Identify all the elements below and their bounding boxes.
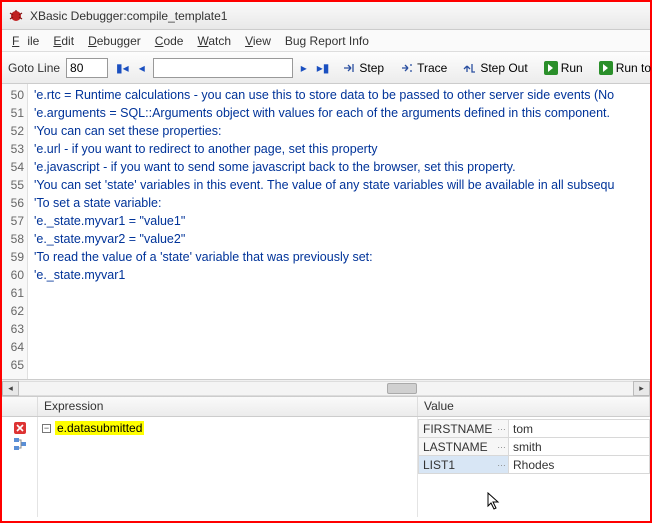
tree-icon[interactable] — [13, 437, 27, 451]
stepout-icon — [463, 61, 477, 75]
code-line[interactable]: 'e.javascript - if you want to send some… — [34, 158, 646, 176]
watch-expression-area[interactable]: − e.datasubmitted — [38, 417, 418, 517]
line-number: 59 — [2, 248, 24, 266]
line-number: 55 — [2, 176, 24, 194]
value-key[interactable]: LIST1… — [419, 456, 509, 474]
code-line[interactable]: 'e._state.myvar1 — [34, 266, 646, 284]
nav-last-icon[interactable]: ▸▮ — [315, 61, 332, 75]
code-line[interactable]: 'You can can set these properties: — [34, 122, 646, 140]
code-line[interactable]: 'To read the value of a 'state' variable… — [34, 248, 646, 266]
value-cell[interactable]: tom — [509, 420, 650, 438]
ellipsis-icon[interactable]: … — [497, 440, 506, 450]
value-key[interactable]: LASTNAME… — [419, 438, 509, 456]
line-number: 52 — [2, 122, 24, 140]
toolbar: Goto Line ▮◂ ◂ ▸ ▸▮ Step Trace Step Out … — [2, 52, 650, 84]
watch-panel: Expression Value − e.datasubmitted FIRST… — [2, 397, 650, 517]
nav-first-icon[interactable]: ▮◂ — [114, 61, 131, 75]
line-number: 61 — [2, 284, 24, 302]
line-number: 56 — [2, 194, 24, 212]
line-number: 58 — [2, 230, 24, 248]
watch-col-icons — [2, 397, 38, 416]
value-cell[interactable]: smith — [509, 438, 650, 456]
line-number: 57 — [2, 212, 24, 230]
line-number: 51 — [2, 104, 24, 122]
menu-edit[interactable]: Edit — [49, 32, 78, 50]
value-cell[interactable]: Rhodes — [509, 456, 650, 474]
runto-button[interactable]: Run to — [594, 58, 652, 78]
line-number: 53 — [2, 140, 24, 158]
menu-view[interactable]: View — [241, 32, 275, 50]
table-row[interactable]: LASTNAME…smith — [419, 438, 650, 456]
line-number: 64 — [2, 338, 24, 356]
code-line[interactable]: 'e.rtc = Runtime calculations - you can … — [34, 86, 646, 104]
delete-watch-icon[interactable] — [13, 421, 27, 435]
scroll-right-icon[interactable]: ▸ — [633, 381, 650, 396]
window-title: XBasic Debugger:compile_template1 — [30, 9, 227, 23]
scroll-left-icon[interactable]: ◂ — [2, 381, 19, 396]
code-line[interactable]: 'e._state.myvar1 = "value1" — [34, 212, 646, 230]
line-gutter: 50515253545556575859606162636465 — [2, 84, 28, 379]
watch-expression-value[interactable]: e.datasubmitted — [55, 421, 144, 435]
scroll-thumb[interactable] — [387, 383, 417, 394]
code-line[interactable]: 'e._state.myvar2 = "value2" — [34, 230, 646, 248]
code-lines[interactable]: 'e.rtc = Runtime calculations - you can … — [28, 84, 650, 379]
table-row[interactable]: FIRSTNAME…tom — [419, 420, 650, 438]
runto-icon — [599, 61, 613, 75]
watch-values-area: FIRSTNAME…tomLASTNAME…smithLIST1…Rhodes — [418, 417, 650, 517]
menu-bar: File Edit Debugger Code Watch View Bug R… — [2, 30, 650, 52]
line-number: 60 — [2, 266, 24, 284]
watch-icon-column — [2, 417, 38, 517]
line-number: 65 — [2, 356, 24, 374]
collapse-icon[interactable]: − — [42, 424, 51, 433]
title-bar: XBasic Debugger:compile_template1 — [2, 2, 650, 30]
menu-file[interactable]: File — [8, 32, 43, 50]
code-line[interactable]: 'To set a state variable: — [34, 194, 646, 212]
nav-prev-icon[interactable]: ◂ — [137, 61, 147, 75]
watch-col-value[interactable]: Value — [418, 397, 650, 416]
h-scrollbar[interactable]: ◂ ▸ — [2, 380, 650, 397]
code-line[interactable]: 'e.arguments = SQL::Arguments object wit… — [34, 104, 646, 122]
run-icon — [544, 61, 558, 75]
trace-button[interactable]: Trace — [395, 58, 452, 78]
nav-search-input[interactable] — [153, 58, 293, 78]
bug-icon — [8, 8, 24, 24]
line-number: 62 — [2, 302, 24, 320]
table-row[interactable]: LIST1…Rhodes — [419, 456, 650, 474]
menu-code[interactable]: Code — [151, 32, 188, 50]
menu-bugreport[interactable]: Bug Report Info — [281, 32, 373, 50]
nav-next-icon[interactable]: ▸ — [299, 61, 309, 75]
goto-line-label: Goto Line — [8, 61, 60, 75]
code-line[interactable]: 'You can set 'state' variables in this e… — [34, 176, 646, 194]
trace-icon — [400, 61, 414, 75]
watch-col-expression[interactable]: Expression — [38, 397, 418, 416]
value-key[interactable]: FIRSTNAME… — [419, 420, 509, 438]
step-button[interactable]: Step — [337, 58, 389, 78]
watch-expression-row[interactable]: − e.datasubmitted — [42, 419, 413, 437]
ellipsis-icon[interactable]: … — [497, 458, 506, 468]
stepout-button[interactable]: Step Out — [458, 58, 532, 78]
line-number: 50 — [2, 86, 24, 104]
goto-line-input[interactable] — [66, 58, 108, 78]
line-number: 54 — [2, 158, 24, 176]
ellipsis-icon[interactable]: … — [497, 422, 506, 432]
step-icon — [342, 61, 356, 75]
code-line[interactable]: 'e.url - if you want to redirect to anot… — [34, 140, 646, 158]
run-button[interactable]: Run — [539, 58, 588, 78]
watch-header: Expression Value — [2, 397, 650, 417]
menu-debugger[interactable]: Debugger — [84, 32, 145, 50]
menu-watch[interactable]: Watch — [193, 32, 235, 50]
scroll-track[interactable] — [19, 381, 633, 396]
line-number: 63 — [2, 320, 24, 338]
code-editor[interactable]: 50515253545556575859606162636465 'e.rtc … — [2, 84, 650, 380]
value-table: FIRSTNAME…tomLASTNAME…smithLIST1…Rhodes — [418, 419, 650, 474]
